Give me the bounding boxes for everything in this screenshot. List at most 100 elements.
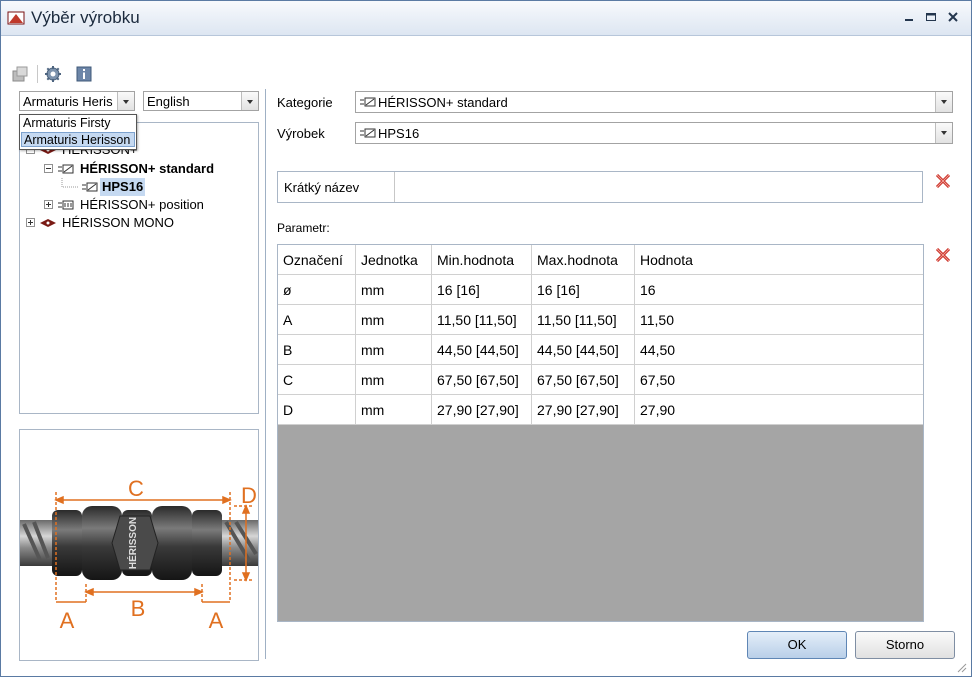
table-row[interactable]: A mm 11,50 [11,50] 11,50 [11,50] 11,50 <box>278 305 923 335</box>
column-header[interactable]: Jednotka <box>356 245 432 274</box>
table-row[interactable]: ø mm 16 [16] 16 [16] 16 <box>278 275 923 305</box>
language-select[interactable]: English <box>143 91 259 111</box>
table-header: Označení Jednotka Min.hodnota Max.hodnot… <box>278 245 923 275</box>
cell-oznaceni: A <box>278 305 356 334</box>
tree-node-label: HPS16 <box>100 178 146 196</box>
pane-splitter[interactable] <box>265 89 266 659</box>
kratky-nazev-label: Krátký název <box>284 180 360 195</box>
column-header[interactable]: Označení <box>278 245 356 274</box>
cell-hodnota[interactable]: 11,50 <box>635 305 923 334</box>
close-button[interactable] <box>943 7 963 27</box>
tree-connector-icon <box>61 178 78 188</box>
parametr-label: Parametr: <box>277 221 330 235</box>
title-bar: Výběr výrobku <box>1 1 971 36</box>
field-divider <box>394 172 395 202</box>
dropdown-option-selected[interactable]: Armaturis Herisson <box>21 132 135 147</box>
table-row[interactable]: B mm 44,50 [44,50] 44,50 [44,50] 44,50 <box>278 335 923 365</box>
chevron-down-icon[interactable] <box>117 92 134 110</box>
category-icon <box>360 97 376 107</box>
expand-icon[interactable] <box>26 218 35 227</box>
cell-jednotka: mm <box>356 305 432 334</box>
diagram-label-b: B <box>131 596 146 621</box>
minimize-icon <box>905 19 913 21</box>
diagram-label-c: C <box>128 476 144 501</box>
diagram-label-a-right: A <box>209 608 224 633</box>
ok-button[interactable]: OK <box>747 631 847 659</box>
cell-oznaceni: B <box>278 335 356 364</box>
window-title: Výběr výrobku <box>31 8 140 27</box>
collapse-icon[interactable] <box>44 164 53 173</box>
delete-name-icon[interactable] <box>935 173 951 189</box>
chevron-down-icon[interactable] <box>935 92 952 112</box>
product-diagram-panel: HÉRISSON C D A B A <box>19 429 259 661</box>
cell-jednotka: mm <box>356 335 432 364</box>
tree-node-label: HÉRISSON+ position <box>80 197 204 212</box>
product-tree: HÉRISSON+ HÉRISSON+ standard HPS16 HÉRIS… <box>19 122 259 414</box>
table-row[interactable]: C mm 67,50 [67,50] 67,50 [67,50] 67,50 <box>278 365 923 395</box>
cell-jednotka: mm <box>356 365 432 394</box>
category-icon <box>58 200 74 210</box>
expand-icon[interactable] <box>44 200 53 209</box>
toolbar-separator <box>37 65 38 83</box>
kratky-nazev-row: Krátký název <box>277 171 923 203</box>
diagram-label-d: D <box>241 483 257 508</box>
cell-hodnota[interactable]: 16 <box>635 275 923 304</box>
cell-max: 27,90 [27,90] <box>532 395 635 424</box>
table-row[interactable]: D mm 27,90 [27,90] 27,90 [27,90] 27,90 <box>278 395 923 425</box>
diagram-product-text: HÉRISSON <box>126 517 139 569</box>
delete-parameters-icon[interactable] <box>935 247 951 263</box>
column-header[interactable]: Min.hodnota <box>432 245 532 274</box>
cell-max: 44,50 [44,50] <box>532 335 635 364</box>
kategorie-select[interactable]: HÉRISSON+ standard <box>355 91 953 113</box>
manufacturer-select-value: Armaturis Heris <box>23 94 113 109</box>
manufacturer-select[interactable]: Armaturis Heris <box>19 91 135 111</box>
cell-max: 67,50 [67,50] <box>532 365 635 394</box>
cell-hodnota[interactable]: 27,90 <box>635 395 923 424</box>
minimize-button[interactable] <box>899 7 919 27</box>
product-icon <box>360 128 376 138</box>
product-icon <box>82 182 98 192</box>
language-select-value: English <box>147 94 190 109</box>
kategorie-select-value: HÉRISSON+ standard <box>378 95 508 110</box>
cell-oznaceni: ø <box>278 275 356 304</box>
maximize-button[interactable] <box>921 7 941 27</box>
product-diagram-image: HÉRISSON C D A B A <box>20 476 258 633</box>
vyrobek-select[interactable]: HPS16 <box>355 122 953 144</box>
tree-node-label: HÉRISSON MONO <box>62 215 174 230</box>
kategorie-label: Kategorie <box>277 95 333 110</box>
import-icon[interactable] <box>11 65 29 83</box>
cell-min: 27,90 [27,90] <box>432 395 532 424</box>
diagram-label-a-left: A <box>60 608 75 633</box>
chevron-down-icon[interactable] <box>935 123 952 143</box>
dialog-window: Výběr výrobku Armaturis Heris English Ar… <box>0 0 972 677</box>
tree-node-label: HÉRISSON+ standard <box>80 161 215 176</box>
cell-jednotka: mm <box>356 395 432 424</box>
vyrobek-select-value: HPS16 <box>378 126 420 141</box>
cell-max: 16 [16] <box>532 275 635 304</box>
cell-oznaceni: D <box>278 395 356 424</box>
close-icon <box>948 12 958 22</box>
cancel-button[interactable]: Storno <box>855 631 955 659</box>
info-icon[interactable] <box>75 65 93 83</box>
vyrobek-label: Výrobek <box>277 126 325 141</box>
cell-min: 16 [16] <box>432 275 532 304</box>
cell-min: 44,50 [44,50] <box>432 335 532 364</box>
maximize-icon <box>926 13 936 21</box>
app-logo-icon <box>7 11 25 25</box>
manufacturer-dropdown-list: Armaturis Firsty Armaturis Herisson <box>19 114 137 150</box>
resize-grip-icon[interactable] <box>955 661 967 673</box>
dropdown-option[interactable]: Armaturis Firsty <box>21 116 135 131</box>
kratky-nazev-input[interactable] <box>400 180 920 196</box>
chevron-down-icon[interactable] <box>241 92 258 110</box>
cell-hodnota[interactable]: 44,50 <box>635 335 923 364</box>
gear-icon[interactable] <box>44 65 62 83</box>
cell-min: 11,50 [11,50] <box>432 305 532 334</box>
category-icon <box>58 164 74 174</box>
cell-oznaceni: C <box>278 365 356 394</box>
column-header[interactable]: Hodnota <box>635 245 923 274</box>
column-header[interactable]: Max.hodnota <box>532 245 635 274</box>
manufacturer-logo-icon <box>40 219 56 227</box>
cell-jednotka: mm <box>356 275 432 304</box>
cell-hodnota[interactable]: 67,50 <box>635 365 923 394</box>
cell-max: 11,50 [11,50] <box>532 305 635 334</box>
